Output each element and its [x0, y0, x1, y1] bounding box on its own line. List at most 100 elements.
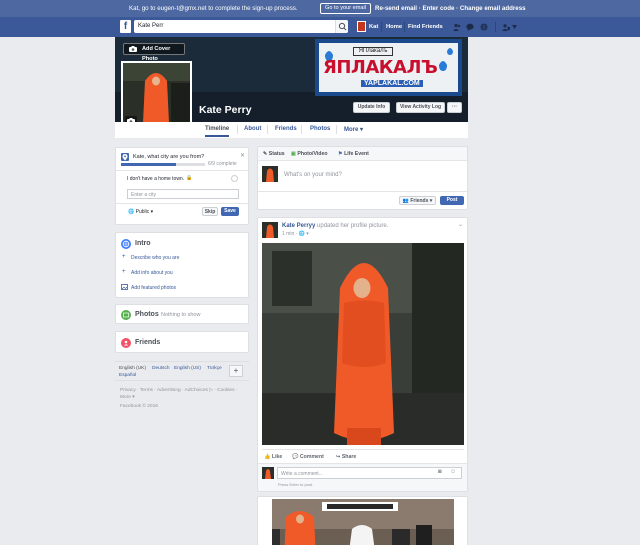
no-hometown-checkbox[interactable]	[231, 175, 238, 182]
intro-card: Intro + Describe who you are + Add info …	[115, 232, 249, 298]
profile-name[interactable]: Kate Perry	[199, 104, 252, 116]
post-2-photo[interactable]	[272, 499, 454, 545]
photo-video-tab[interactable]: ▣ Photo/Video	[291, 151, 328, 157]
search-button[interactable]	[335, 20, 348, 33]
tab-more[interactable]: More ▾	[344, 126, 363, 133]
nav-divider	[495, 22, 496, 32]
add-info-link[interactable]: Add info about you	[131, 270, 173, 276]
add-featured-photos-link[interactable]: Add featured photos	[131, 285, 176, 291]
post-composer: ✎ Status ▣ Photo/Video ⚑ Life Event What…	[257, 146, 468, 210]
share-button[interactable]: ↪ Share	[336, 454, 356, 460]
hometown-prompt-card: Kate, what city are you from? ✕ 6/9 comp…	[115, 147, 249, 225]
plus-icon: +	[122, 269, 126, 275]
more-options-button[interactable]: ···	[447, 102, 462, 113]
footer-links[interactable]: Privacy · Terms · Advertising · AdChoice…	[120, 388, 237, 393]
share-label: Share	[341, 454, 357, 460]
tab-more-label: More	[344, 127, 359, 133]
photo-video-label: Photo/Video	[297, 151, 328, 157]
city-input[interactable]: Enter a city	[127, 189, 239, 199]
like-button[interactable]: 👍 Like	[264, 454, 282, 460]
go-to-email-button[interactable]: Go to your email	[320, 3, 371, 14]
composer-input[interactable]: What's on your mind?	[284, 172, 342, 178]
no-hometown-label: I don't have a home town.	[127, 176, 185, 182]
divider	[258, 191, 467, 192]
post-author-link[interactable]: Kate Perryy	[282, 223, 315, 229]
describe-who-you-are-link[interactable]: Describe who you are	[131, 255, 179, 261]
post-photo[interactable]	[262, 243, 464, 445]
post-photo-image	[262, 243, 464, 445]
ad-panel: ЯПлакалъ ЯПЛАКАЛЪ YAPLAKAL.COM	[319, 43, 458, 92]
post-button[interactable]: Post	[440, 196, 464, 205]
comment-input[interactable]: Write a comment... ◙ ☺	[277, 467, 462, 479]
comment-label: Comment	[299, 454, 324, 460]
globe-notifications-icon[interactable]	[480, 23, 488, 31]
privacy-selector[interactable]: 🌐 Public ▾	[128, 209, 153, 215]
tab-divider	[237, 125, 238, 134]
share-arrow-icon: ↪	[336, 454, 341, 460]
messages-icon[interactable]	[466, 23, 474, 31]
close-icon[interactable]: ✕	[240, 152, 245, 159]
post-action-text: updated her profile picture.	[317, 223, 389, 229]
language-deutsch[interactable]: Deutsch	[152, 366, 170, 371]
tab-timeline[interactable]: Timeline	[205, 126, 230, 137]
save-button[interactable]: Save	[221, 207, 239, 216]
comment-placeholder: Write a comment...	[281, 471, 323, 477]
tab-about[interactable]: About	[244, 126, 261, 132]
language-espanol[interactable]: Español	[119, 373, 136, 378]
friends-title: Friends	[135, 339, 161, 346]
language-turkce[interactable]: Türkçe	[207, 366, 222, 371]
nav-user-name[interactable]: Kat	[369, 24, 378, 30]
language-current[interactable]: English (UK)	[119, 366, 146, 371]
tab-divider	[336, 125, 337, 134]
add-cover-photo-button[interactable]: Add Cover Photo	[123, 43, 185, 62]
nav-home-link[interactable]: Home	[386, 24, 402, 30]
status-tab[interactable]: ✎ Status	[263, 151, 285, 157]
skip-button[interactable]: Skip	[202, 207, 218, 216]
post-options-chevron-icon[interactable]: ⌄	[458, 221, 463, 228]
nav-find-friends-link[interactable]: Find Friends	[408, 24, 443, 30]
signup-banner: Kat, go to eugen-t@gmx.net to complete t…	[0, 0, 640, 17]
post-timestamp[interactable]: 1 min · 🌐 ▾	[282, 231, 309, 237]
search-input[interactable]: Kate Perr	[134, 20, 348, 33]
banner-message: Kat, go to eugen-t@gmx.net to complete t…	[129, 5, 298, 12]
post-author-avatar[interactable]	[262, 222, 278, 238]
divider	[116, 203, 248, 204]
photos-card[interactable]: Photos Nothing to show	[115, 304, 249, 324]
camera-icon	[129, 46, 137, 52]
emoji-icon[interactable]: ☺	[450, 469, 456, 475]
life-event-tab[interactable]: ⚑ Life Event	[338, 151, 369, 157]
language-selector: English (UK) Deutsch English (US) Türkçe…	[115, 361, 249, 381]
add-language-button[interactable]: +	[229, 365, 243, 377]
facebook-logo-icon[interactable]: f	[120, 20, 131, 33]
nav-divider	[381, 22, 382, 32]
language-english-us[interactable]: English (US)	[174, 366, 201, 371]
account-menu-chevron-icon[interactable]	[512, 25, 517, 29]
progress-track	[121, 163, 205, 166]
progress-text: 6/9 complete	[208, 161, 237, 167]
friends-card[interactable]: Friends	[115, 331, 249, 353]
globe-icon: 🌐	[128, 209, 135, 215]
photos-title: Photos	[135, 311, 159, 318]
view-activity-log-button[interactable]: View Activity Log	[396, 102, 445, 113]
tab-friends[interactable]: Friends	[275, 126, 297, 132]
feed-post: Kate Perryy updated her profile picture.…	[257, 217, 468, 492]
camera-icon[interactable]: ◙	[438, 469, 442, 475]
nav-avatar[interactable]	[357, 21, 366, 32]
audience-selector[interactable]: 👥 Friends ▾	[399, 196, 436, 205]
hometown-question: Kate, what city are you from?	[133, 154, 205, 160]
friend-requests-icon[interactable]	[453, 23, 461, 31]
photo-icon	[121, 284, 128, 290]
privacy-label: Public	[135, 209, 150, 215]
footer-more-link[interactable]: More ▾	[120, 395, 135, 400]
composer-avatar[interactable]	[262, 166, 278, 182]
comment-button[interactable]: 💬 Comment	[292, 454, 324, 460]
banner-links[interactable]: Re-send email · Enter code · Change emai…	[375, 5, 526, 12]
progress-fill	[121, 163, 177, 166]
cover-ad-banner: ЯПлакалъ ЯПЛАКАЛЪ YAPLAKAL.COM	[315, 39, 462, 96]
post-2-photo-image	[272, 499, 454, 545]
audience-globe-icon: 🌐	[298, 231, 305, 237]
nav-divider	[404, 22, 405, 32]
update-info-button[interactable]: Update Info	[353, 102, 390, 113]
privacy-shortcuts-icon[interactable]	[502, 23, 510, 31]
tab-photos[interactable]: Photos	[310, 126, 330, 132]
